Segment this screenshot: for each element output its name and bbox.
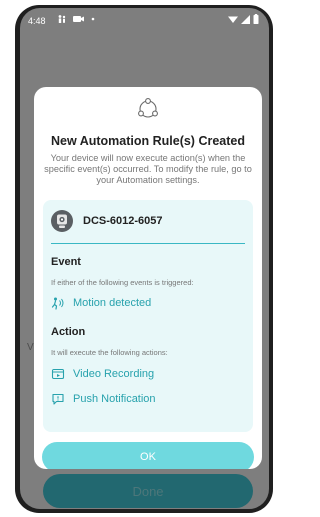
rule-card: DCS-6012-6057 Event If either of the fol… [43,200,253,432]
device-name: DCS-6012-6057 [83,215,163,227]
video-icon [73,16,84,22]
family-icon [58,15,66,23]
action-title: Action [51,326,86,338]
device-row: DCS-6012-6057 [51,207,163,235]
event-title: Event [51,256,81,268]
card-divider [51,243,245,244]
dialog-title: New Automation Rule(s) Created [50,134,245,148]
status-time: 4:48 [28,16,46,26]
motion-icon [51,297,64,310]
signal-icon [241,14,250,24]
wifi-icon [228,16,238,23]
action-item-label: Video Recording [73,368,155,380]
event-item-label: Motion detected [73,297,152,309]
status-icons-left [57,14,96,24]
dot-icon [91,17,95,21]
video-recording-icon [51,368,65,380]
action-item-label: Push Notification [73,393,156,405]
event-item-motion: Motion detected [51,296,151,310]
action-item-video-recording: Video Recording [51,367,154,381]
battery-icon [253,14,259,24]
dialog-description: Your device will now execute action(s) w… [44,153,252,185]
action-hint: It will execute the following actions: [51,348,168,357]
ok-button[interactable]: OK [42,442,254,469]
action-item-push-notification: Push Notification [51,392,156,406]
automation-icon [138,98,158,118]
camera-icon [51,210,73,232]
screen: 4:48 V Done New Automation Rule(s) Creat… [20,8,269,509]
event-hint: If either of the following events is tri… [51,278,194,287]
push-notification-icon [52,393,64,405]
status-bar: 4:48 [20,8,269,32]
background-partial-text: V [27,342,34,353]
status-icons-right [228,14,259,24]
automation-dialog: New Automation Rule(s) Created Your devi… [34,87,262,469]
done-button[interactable]: Done [43,474,253,508]
